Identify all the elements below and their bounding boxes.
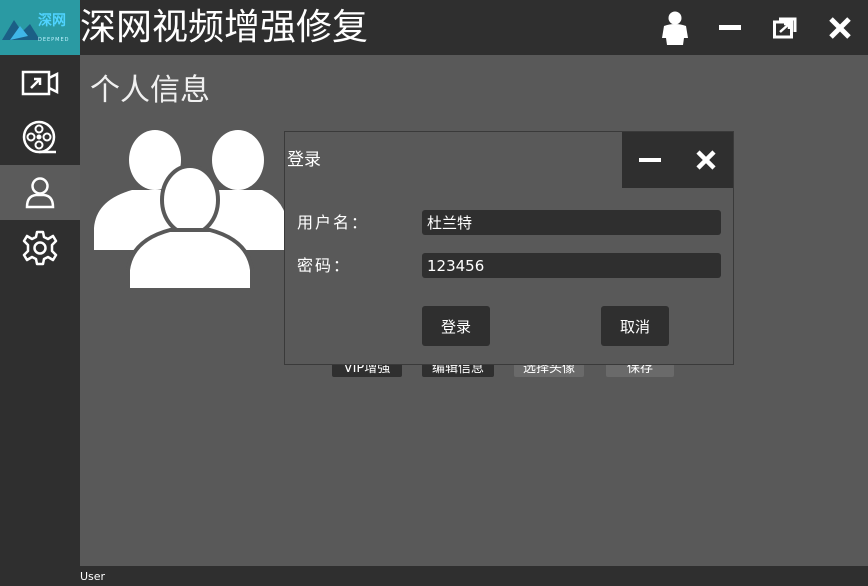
- logo-text: 深网: [38, 13, 66, 29]
- username-field[interactable]: [422, 210, 721, 235]
- sidebar-item-profile[interactable]: [0, 165, 80, 220]
- cancel-button[interactable]: 取消: [601, 306, 669, 346]
- user-icon: [662, 11, 688, 45]
- close-icon: [829, 16, 851, 39]
- username-label: 用户名：: [297, 213, 370, 232]
- dialog-controls: [622, 132, 733, 188]
- status-bar: [80, 566, 868, 586]
- sidebar-item-video-import[interactable]: [0, 55, 80, 110]
- status-text: User: [80, 570, 106, 583]
- avatar-group-icon: [94, 130, 288, 290]
- film-reel-icon: [22, 120, 56, 153]
- minimize-button[interactable]: [703, 0, 757, 55]
- dialog-title: 登录: [287, 150, 321, 170]
- page-title: 个人信息: [90, 73, 210, 108]
- login-dialog: 登录 用户名： 密码： 登录 取消: [284, 131, 734, 365]
- minimize-icon: [638, 157, 661, 162]
- gear-icon: [22, 230, 58, 265]
- sidebar-item-settings[interactable]: [0, 220, 80, 275]
- dialog-close-button[interactable]: [678, 132, 733, 188]
- password-label: 密码：: [297, 256, 352, 275]
- minimize-icon: [719, 24, 741, 30]
- sidebar-item-film[interactable]: [0, 110, 80, 165]
- close-button[interactable]: [813, 0, 867, 55]
- video-import-icon: [21, 70, 59, 95]
- user-button[interactable]: [648, 0, 702, 55]
- app-logo: 深网 DEEPMED: [0, 0, 80, 55]
- password-field[interactable]: [422, 253, 721, 278]
- close-icon: [695, 150, 716, 170]
- restore-button[interactable]: [758, 0, 812, 55]
- login-button[interactable]: 登录: [422, 306, 490, 346]
- sidebar: [0, 55, 80, 586]
- user-profile-icon: [25, 176, 55, 208]
- dialog-minimize-button[interactable]: [622, 132, 677, 188]
- restore-icon: [773, 17, 797, 38]
- app-title: 深网视频增强修复: [80, 7, 369, 48]
- logo-subtext: DEEPMED: [38, 37, 70, 43]
